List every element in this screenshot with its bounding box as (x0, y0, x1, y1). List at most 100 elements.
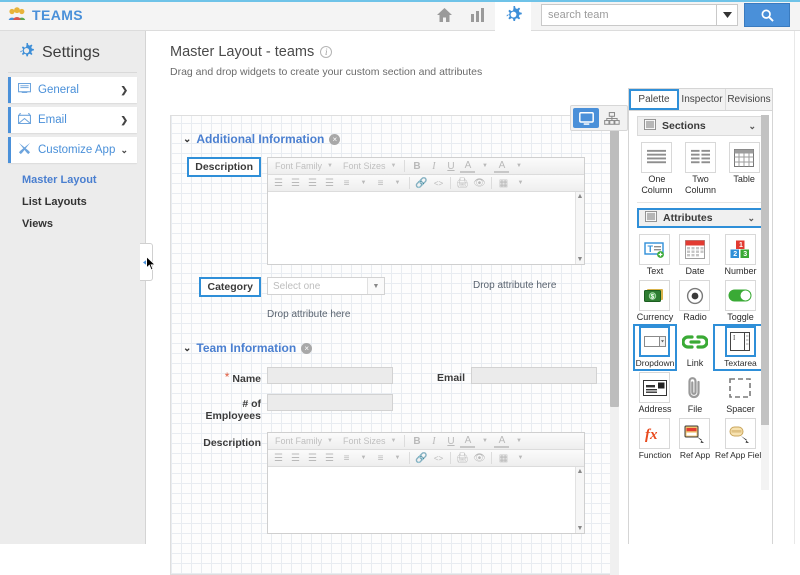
email-input[interactable] (471, 367, 597, 384)
employees-input[interactable] (267, 394, 393, 411)
name-input[interactable] (267, 367, 393, 384)
underline-icon[interactable]: U (443, 434, 458, 448)
preview-icon[interactable]: 👁 (472, 451, 487, 465)
section-header-team-information[interactable]: ⌄ Team Information × (171, 341, 617, 355)
chevron-down-icon[interactable]: ▼ (513, 176, 528, 190)
chevron-down-icon[interactable]: ⌄ (183, 134, 191, 145)
link-icon[interactable]: 🔗 (414, 176, 429, 190)
richtext-scrollbar[interactable]: ▲ ▼ (575, 192, 584, 264)
palette-item-two-column[interactable]: Two Column (679, 142, 723, 196)
chevron-down-icon[interactable]: ▼ (513, 451, 528, 465)
bullet-list-icon[interactable]: ≡ (339, 176, 354, 190)
table-icon[interactable]: ▦ (496, 176, 511, 190)
palette-item-currency[interactable]: $ Currency (635, 280, 675, 323)
link-icon[interactable]: 🔗 (414, 451, 429, 465)
chevron-down-icon[interactable]: ▼ (511, 434, 526, 448)
align-justify-icon[interactable]: ☰ (322, 176, 337, 190)
chevron-down-icon[interactable]: ▼ (511, 159, 526, 173)
bold-icon[interactable]: B (409, 159, 424, 173)
field-label-category[interactable]: Category (199, 277, 261, 297)
chevron-down-icon[interactable]: ▼ (356, 176, 371, 190)
brand[interactable]: TEAMS (0, 7, 83, 23)
layout-canvas[interactable]: ⌄ Additional Information × Description F… (170, 115, 618, 575)
palette-item-number[interactable]: 1 2 3 Number (715, 234, 766, 277)
underline-icon[interactable]: U (443, 159, 458, 173)
tab-inspector[interactable]: Inspector (679, 89, 726, 110)
chevron-down-icon[interactable]: ⌄ (183, 343, 191, 354)
text-color-icon[interactable]: A (460, 159, 476, 173)
italic-icon[interactable]: I (426, 434, 441, 448)
palette-item-link[interactable]: Link (675, 326, 715, 369)
richtext-scrollbar[interactable]: ▲ ▼ (575, 467, 584, 533)
highlight-color-icon[interactable]: A (494, 434, 510, 448)
tab-palette[interactable]: Palette (629, 89, 679, 110)
palette-item-address[interactable]: Address (635, 372, 675, 415)
align-left-icon[interactable]: ☰ (271, 176, 286, 190)
gear-icon[interactable] (495, 0, 531, 31)
sidebar-item-email[interactable]: Email ❯ (8, 107, 137, 133)
panel-scrollbar[interactable] (761, 115, 769, 490)
info-icon[interactable]: i (320, 46, 333, 58)
align-right-icon[interactable]: ☰ (305, 176, 320, 190)
font-family-select[interactable]: Font Family ▼ (271, 161, 337, 171)
chevron-down-icon[interactable]: ▼ (477, 159, 492, 173)
richtext-editor-description-1[interactable]: Font Family ▼ Font Sizes ▼ B I U A ▼ A ▼ ☰ (267, 157, 585, 265)
richtext-body[interactable]: ▲ ▼ (268, 192, 584, 264)
table-icon[interactable]: ▦ (496, 451, 511, 465)
delete-section-icon[interactable]: × (329, 133, 341, 145)
responsive-view-button[interactable] (599, 108, 625, 128)
scroll-down-icon[interactable]: ▼ (577, 525, 584, 532)
panel-scroll-thumb[interactable] (761, 115, 769, 425)
preview-icon[interactable]: 👁 (472, 176, 487, 190)
richtext-editor-description-2[interactable]: Font Family ▼ Font Sizes ▼ B I U A ▼ A ▼ ☰ (267, 432, 585, 534)
palette-item-file[interactable]: File (675, 372, 715, 415)
chevron-down-icon[interactable]: ▼ (367, 278, 384, 294)
palette-item-table[interactable]: Table (722, 142, 766, 196)
scroll-up-icon[interactable]: ▲ (577, 193, 584, 200)
chevron-down-icon[interactable]: ▼ (390, 451, 405, 465)
section-header-additional-information[interactable]: ⌄ Additional Information × (171, 132, 617, 146)
sidebar-item-general[interactable]: General ❯ (8, 77, 137, 103)
palette-item-date[interactable]: Date (675, 234, 715, 277)
palette-item-radio[interactable]: Radio (675, 280, 715, 323)
code-icon[interactable]: <> (431, 451, 446, 465)
palette-item-function[interactable]: fx Function (635, 418, 675, 461)
sidebar-item-master-layout[interactable]: Master Layout (0, 169, 145, 191)
chart-icon[interactable] (461, 0, 495, 30)
chevron-down-icon[interactable]: ▼ (390, 176, 405, 190)
palette-item-text[interactable]: T Text (635, 234, 675, 277)
font-size-select[interactable]: Font Sizes ▼ (339, 436, 400, 446)
numbered-list-icon[interactable]: ≡ (373, 451, 388, 465)
search-scope-dropdown[interactable] (716, 4, 738, 26)
accordion-attributes[interactable]: Attributes ⌄ (637, 208, 764, 228)
code-icon[interactable]: <> (431, 176, 446, 190)
bold-icon[interactable]: B (409, 434, 424, 448)
scroll-down-icon[interactable]: ▼ (577, 256, 584, 263)
highlight-color-icon[interactable]: A (494, 159, 510, 173)
search-button[interactable] (744, 3, 790, 27)
chevron-down-icon[interactable]: ⌄ (748, 121, 756, 132)
palette-item-spacer[interactable]: Spacer (715, 372, 766, 415)
print-icon[interactable]: 🖨 (455, 176, 470, 190)
palette-item-toggle[interactable]: Toggle (715, 280, 766, 323)
drop-hint-below[interactable]: Drop attribute here (171, 309, 617, 320)
palette-item-ref-app-field[interactable]: Ref App Field (715, 418, 766, 461)
search-input[interactable]: search team (541, 4, 716, 26)
palette-item-ref-app[interactable]: Ref App (675, 418, 715, 461)
category-select[interactable]: Select one ▼ (267, 277, 385, 295)
font-family-select[interactable]: Font Family ▼ (271, 436, 337, 446)
align-center-icon[interactable]: ☰ (288, 451, 303, 465)
align-right-icon[interactable]: ☰ (305, 451, 320, 465)
sidebar-item-customize-app[interactable]: Customize App ⌄ (8, 137, 137, 163)
align-justify-icon[interactable]: ☰ (322, 451, 337, 465)
numbered-list-icon[interactable]: ≡ (373, 176, 388, 190)
align-center-icon[interactable]: ☰ (288, 176, 303, 190)
chevron-down-icon[interactable]: ▼ (356, 451, 371, 465)
scroll-up-icon[interactable]: ▲ (577, 468, 584, 475)
palette-item-textarea[interactable]: I Textarea (712, 324, 769, 371)
tab-revisions[interactable]: Revisions (726, 89, 772, 110)
palette-item-dropdown[interactable]: Dropdown (633, 324, 677, 371)
italic-icon[interactable]: I (426, 159, 441, 173)
richtext-body[interactable]: ▲ ▼ (268, 467, 584, 533)
delete-section-icon[interactable]: × (301, 342, 313, 354)
